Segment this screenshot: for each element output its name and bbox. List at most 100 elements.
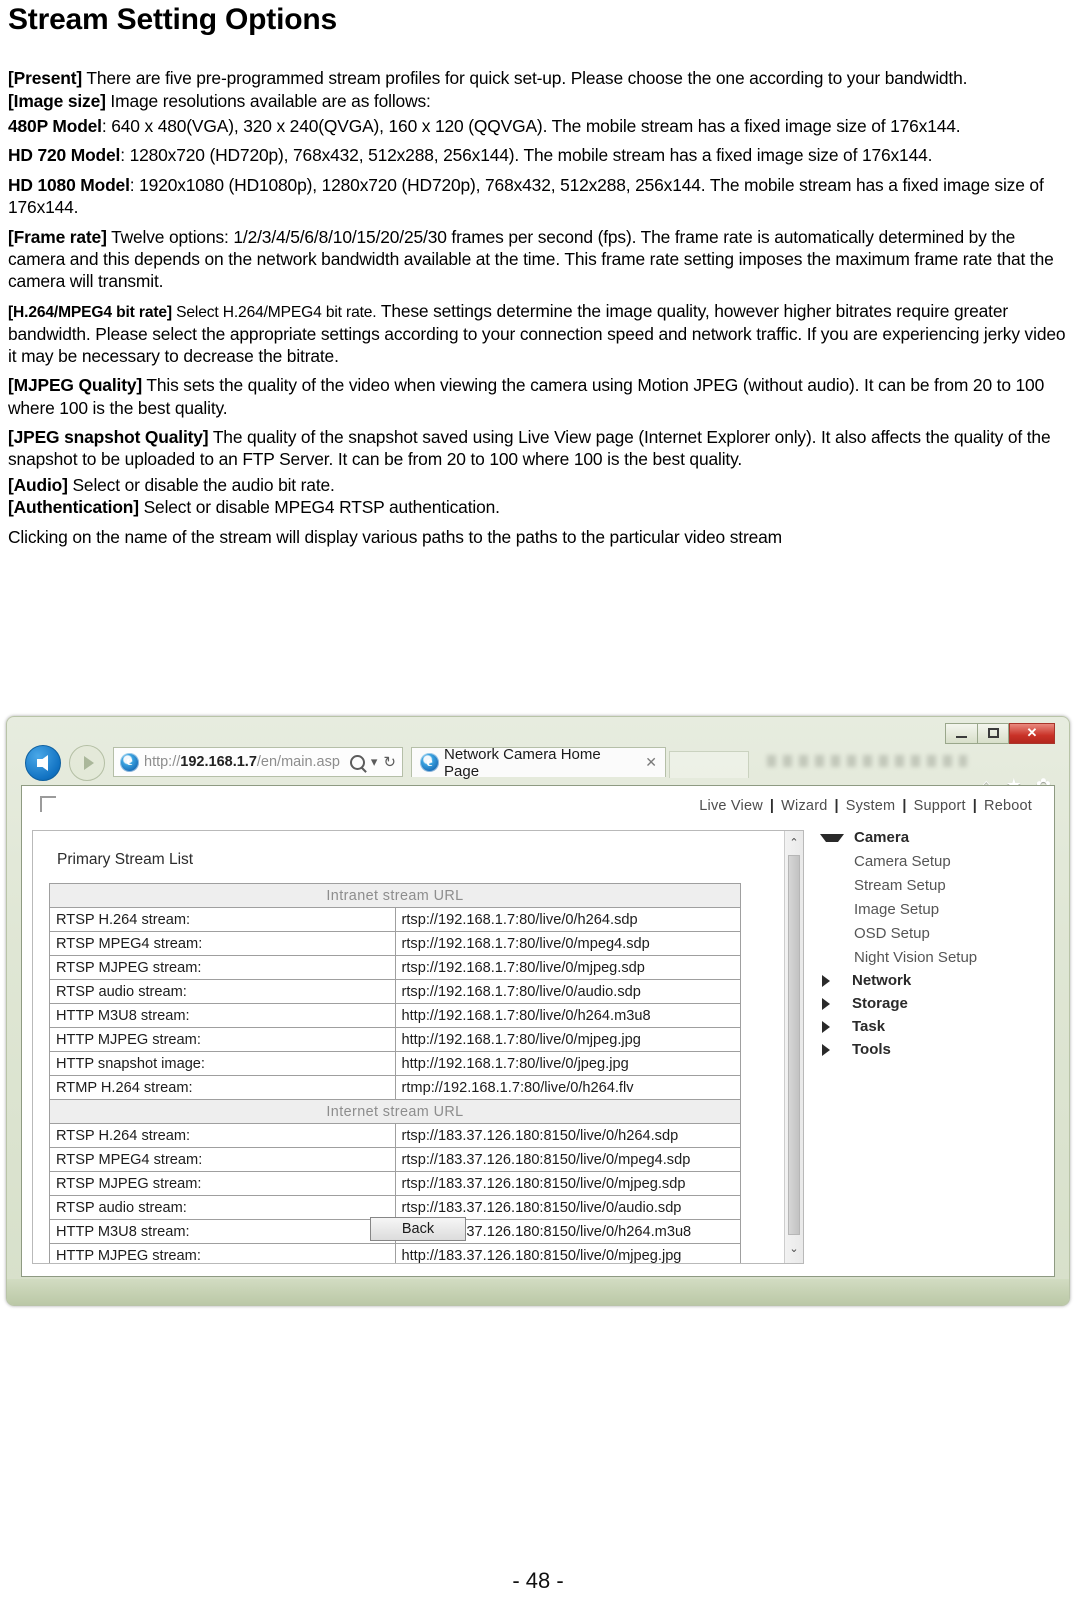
paragraph-mjpeg-quality: [MJPEG Quality] This sets the quality of… xyxy=(8,374,1068,419)
nav-reboot[interactable]: Reboot xyxy=(984,798,1032,814)
sidebar-item-camera-setup[interactable]: Camera Setup xyxy=(820,849,1050,873)
back-navigation-button[interactable] xyxy=(25,745,61,781)
table-row[interactable]: HTTP snapshot image: http://192.168.1.7:8… xyxy=(49,1051,741,1076)
stream-url: rtsp://183.37.126.180:8150/live/0/mpeg4.… xyxy=(394,1147,741,1172)
chevron-right-icon xyxy=(822,1043,842,1056)
stream-url: rtsp://192.168.1.7:80/live/0/h264.sdp xyxy=(394,907,741,932)
page-title: Stream Setting Options xyxy=(8,3,337,36)
table-row[interactable]: RTMP H.264 stream: rtmp://192.168.1.7:80/… xyxy=(49,1075,741,1100)
table-row[interactable]: HTTP M3U8 stream: http://192.168.1.7:80/l… xyxy=(49,1003,741,1028)
paragraph-present: [Present] There are five pre-programmed … xyxy=(8,67,1068,89)
table-row[interactable]: RTSP H.264 stream: rtsp://192.168.1.7:80/… xyxy=(49,907,741,932)
model-hd720-text: : 1280x720 (HD720p), 768x432, 512x288, 2… xyxy=(120,145,933,166)
sidebar-item-label: Camera xyxy=(854,829,910,846)
sidebar-item-label: Tools xyxy=(852,1041,891,1058)
url-host: 192.168.1.7 xyxy=(180,754,257,770)
sidebar-item-night-vision-setup[interactable]: Night Vision Setup xyxy=(820,945,1050,969)
chevron-right-icon xyxy=(822,1020,842,1033)
image-size-label: [Image size] xyxy=(8,90,106,111)
sidebar-item-network[interactable]: Network xyxy=(820,969,1050,992)
sidebar-item-label: Task xyxy=(852,1018,886,1035)
camera-side-menu: Camera Camera Setup Stream Setup Image S… xyxy=(820,826,1050,1061)
refresh-icon[interactable]: ↻ xyxy=(383,753,396,771)
paragraph-audio: [Audio] Select or disable the audio bit … xyxy=(8,474,1068,496)
sidebar-item-stream-setup[interactable]: Stream Setup xyxy=(820,873,1050,897)
chevron-right-icon xyxy=(822,997,842,1010)
chevron-down-icon[interactable]: ▾ xyxy=(371,754,378,770)
pane-title: Primary Stream List xyxy=(57,851,194,868)
address-bar-tools: ▾ ↻ xyxy=(349,753,396,771)
paragraph-frame-rate: [Frame rate] Twelve options: 1/2/3/4/5/6… xyxy=(8,226,1068,293)
browser-tab[interactable]: Network Camera Home Page ✕ xyxy=(411,745,666,780)
sidebar-item-image-setup[interactable]: Image Setup xyxy=(820,897,1050,921)
sidebar-item-task[interactable]: Task xyxy=(820,1015,1050,1038)
scroll-down-icon[interactable]: ⌄ xyxy=(785,1239,803,1257)
jpeg-snapshot-label: [JPEG snapshot Quality] xyxy=(8,427,209,448)
sidebar-item-storage[interactable]: Storage xyxy=(820,992,1050,1015)
nav-wizard[interactable]: Wizard xyxy=(781,798,827,814)
mjpeg-label: [MJPEG Quality] xyxy=(8,375,142,396)
stream-url: rtsp://183.37.126.180:8150/live/0/mjpeg.… xyxy=(394,1171,741,1196)
back-button[interactable]: Back xyxy=(370,1217,466,1241)
frame-rate-text: Twelve options: 1/2/3/4/5/6/8/10/15/20/2… xyxy=(8,226,1054,292)
tab-close-icon[interactable]: ✕ xyxy=(645,754,657,771)
browser-navigation-row: http://192.168.1.7/en/main.asp ▾ ↻ Netwo… xyxy=(7,739,1069,795)
browser-screenshot: ✕ http://192.168.1.7/en/main.asp ▾ ↻ xyxy=(6,716,1070,1306)
scrollbar-thumb[interactable] xyxy=(788,855,800,1235)
stream-url: http://192.168.1.7:80/live/0/mjpeg.jpg xyxy=(394,1027,741,1052)
stream-label: HTTP MJPEG stream: xyxy=(49,1243,396,1263)
model-hd1080-label: HD 1080 Model xyxy=(8,174,130,195)
table-row[interactable]: RTSP MPEG4 stream: rtsp://192.168.1.7:80/… xyxy=(49,931,741,956)
nav-live-view[interactable]: Live View xyxy=(699,798,763,814)
maximize-icon xyxy=(987,728,999,738)
paragraph-image-size: [Image size] Image resolutions available… xyxy=(8,90,1068,112)
model-hd1080-text: : 1920x1080 (HD1080p), 1280x720 (HD720p)… xyxy=(8,174,1044,218)
audio-text: Select or disable the audio bit rate. xyxy=(67,474,335,495)
stream-label: RTSP audio stream: xyxy=(49,1195,396,1220)
tab-title: Network Camera Home Page xyxy=(444,745,601,780)
tab-favicon-icon xyxy=(420,753,439,772)
url-protocol: http:// xyxy=(144,754,181,770)
stream-label: RTSP MJPEG stream: xyxy=(49,955,396,980)
stream-label: RTSP MPEG4 stream: xyxy=(49,931,396,956)
sidebar-item-tools[interactable]: Tools xyxy=(820,1038,1050,1061)
stream-url: rtsp://183.37.126.180:8150/live/0/audio.… xyxy=(394,1195,741,1220)
browser-window: ✕ http://192.168.1.7/en/main.asp ▾ ↻ xyxy=(6,716,1070,1306)
paragraph-480p: 480P Model: 640 x 480(VGA), 320 x 240(QV… xyxy=(8,115,1068,137)
paragraph-jpeg-snapshot-quality: [JPEG snapshot Quality] The quality of t… xyxy=(8,426,1068,471)
corner-marker xyxy=(40,796,56,812)
model-480p-label: 480P Model xyxy=(8,116,102,137)
table-row[interactable]: RTSP audio stream: rtsp://192.168.1.7:80/… xyxy=(49,979,741,1004)
table-row[interactable]: RTSP H.264 stream: rtsp://183.37.126.180:… xyxy=(49,1123,741,1148)
new-tab-button[interactable] xyxy=(669,751,749,778)
table-row[interactable]: RTSP MJPEG stream: rtsp://192.168.1.7:80/… xyxy=(49,955,741,980)
intranet-header-label: Intranet stream URL xyxy=(49,883,741,908)
nav-support[interactable]: Support xyxy=(914,798,966,814)
content-scrollbar[interactable]: ⌃ ⌄ xyxy=(784,831,803,1263)
nav-separator-1: | xyxy=(769,798,775,814)
scroll-up-icon[interactable]: ⌃ xyxy=(785,833,803,851)
stream-url: rtsp://192.168.1.7:80/live/0/audio.sdp xyxy=(394,979,741,1004)
search-icon[interactable] xyxy=(349,754,365,770)
sidebar-item-osd-setup[interactable]: OSD Setup xyxy=(820,921,1050,945)
table-row[interactable]: RTSP MPEG4 stream: rtsp://183.37.126.180:… xyxy=(49,1147,741,1172)
bitrate-text-small: Select H.264/MPEG4 bit rate. xyxy=(171,303,377,321)
stream-label: HTTP M3U8 stream: xyxy=(49,1219,396,1244)
sidebar-item-camera[interactable]: Camera xyxy=(820,826,1050,849)
table-row[interactable]: HTTP MJPEG stream: http://183.37.126.180:… xyxy=(49,1243,741,1263)
nav-system[interactable]: System xyxy=(846,798,896,814)
auth-label: [Authentication] xyxy=(8,497,139,518)
chevron-down-icon xyxy=(820,833,844,842)
table-row[interactable]: HTTP MJPEG stream: http://192.168.1.7:80/… xyxy=(49,1027,741,1052)
forward-navigation-button[interactable] xyxy=(69,745,105,781)
paragraph-authentication: [Authentication] Select or disable MPEG4… xyxy=(8,496,1068,518)
internet-explorer-icon xyxy=(120,752,139,772)
address-bar[interactable]: http://192.168.1.7/en/main.asp ▾ ↻ xyxy=(113,747,403,777)
table-row[interactable]: RTSP audio stream: rtsp://183.37.126.180:… xyxy=(49,1195,741,1220)
table-section-header-intranet: Intranet stream URL xyxy=(49,883,741,908)
stream-url-table: Intranet stream URL RTSP H.264 stream: rt… xyxy=(49,883,741,1263)
table-row[interactable]: RTSP MJPEG stream: rtsp://183.37.126.180:… xyxy=(49,1171,741,1196)
present-label: [Present] xyxy=(8,68,83,89)
stream-label: HTTP MJPEG stream: xyxy=(49,1027,396,1052)
arrow-right-icon xyxy=(84,756,94,770)
